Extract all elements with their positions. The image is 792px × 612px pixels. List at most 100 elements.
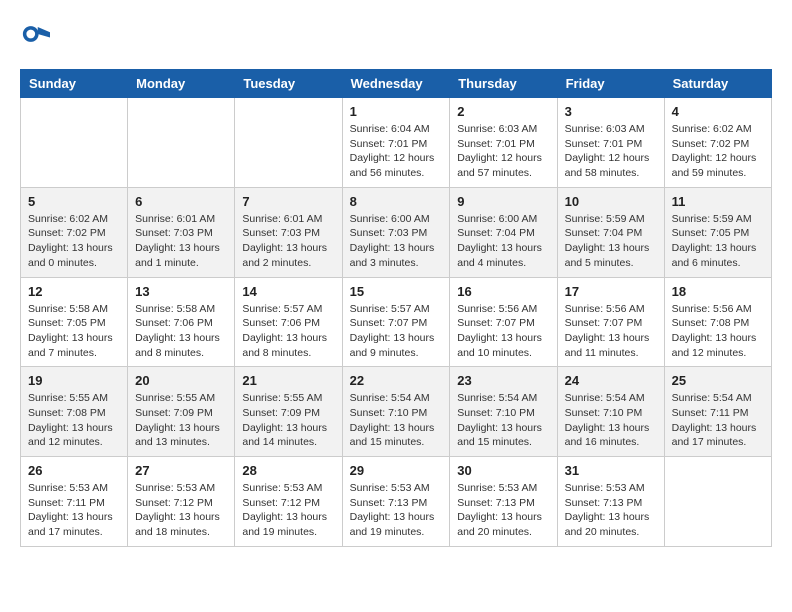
day-cell: 14Sunrise: 5:57 AM Sunset: 7:06 PM Dayli… [235,277,342,367]
day-cell: 31Sunrise: 5:53 AM Sunset: 7:13 PM Dayli… [557,457,664,547]
day-cell: 19 Sunrise: 5:55 AM Sunset: 7:08 PM Dayli… [21,367,128,457]
day-info: Sunrise: 5:54 AM Sunset: 7:11 PM Dayligh… [672,391,764,450]
day-info: Sunrise: 5:55 AM Sunset: 7:09 PM Dayligh… [135,391,227,450]
day-info: Sunrise: 6:03 AM Sunset: 7:01 PM Dayligh… [457,122,549,181]
day-info: Sunrise: 5:53 AM Sunset: 7:13 PM Dayligh… [457,481,549,540]
day-number: 16 [457,284,549,299]
day-info: Sunrise: 5:54 AM Sunset: 7:10 PM Dayligh… [457,391,549,450]
day-cell [235,98,342,188]
day-number: 7 [242,194,334,209]
day-cell: 15Sunrise: 5:57 AM Sunset: 7:07 PM Dayli… [342,277,450,367]
week-row-1: 1 Sunrise: 6:04 AM Sunset: 7:01 PM Daylig… [21,98,772,188]
day-cell [128,98,235,188]
logo [20,20,54,53]
day-info: Sunrise: 5:55 AM Sunset: 7:09 PM Dayligh… [242,391,334,450]
day-cell: 9 Sunrise: 6:00 AM Sunset: 7:04 PM Daylig… [450,187,557,277]
day-cell: 5 Sunrise: 6:02 AM Sunset: 7:02 PM Daylig… [21,187,128,277]
page-header [20,20,772,53]
column-header-monday: Monday [128,70,235,98]
logo-icon [22,20,50,48]
day-cell: 29 Sunrise: 5:53 AM Sunset: 7:13 PM Dayli… [342,457,450,547]
day-cell: 30Sunrise: 5:53 AM Sunset: 7:13 PM Dayli… [450,457,557,547]
day-cell: 1 Sunrise: 6:04 AM Sunset: 7:01 PM Daylig… [342,98,450,188]
day-info: Sunrise: 6:04 AM Sunset: 7:01 PM Dayligh… [350,122,443,181]
day-info: Sunrise: 5:53 AM Sunset: 7:12 PM Dayligh… [135,481,227,540]
day-number: 19 [28,373,120,388]
column-header-wednesday: Wednesday [342,70,450,98]
day-number: 29 [350,463,443,478]
day-info: Sunrise: 5:58 AM Sunset: 7:06 PM Dayligh… [135,302,227,361]
day-number: 13 [135,284,227,299]
day-number: 10 [565,194,657,209]
day-number: 5 [28,194,120,209]
day-number: 9 [457,194,549,209]
week-row-3: 12 Sunrise: 5:58 AM Sunset: 7:05 PM Dayli… [21,277,772,367]
day-cell: 28 Sunrise: 5:53 AM Sunset: 7:12 PM Dayli… [235,457,342,547]
day-number: 12 [28,284,120,299]
day-number: 27 [135,463,227,478]
day-cell: 24 Sunrise: 5:54 AM Sunset: 7:10 PM Dayli… [557,367,664,457]
day-info: Sunrise: 5:53 AM Sunset: 7:11 PM Dayligh… [28,481,120,540]
column-header-saturday: Saturday [664,70,771,98]
day-info: Sunrise: 6:02 AM Sunset: 7:02 PM Dayligh… [28,212,120,271]
day-info: Sunrise: 5:59 AM Sunset: 7:05 PM Dayligh… [672,212,764,271]
day-info: Sunrise: 6:03 AM Sunset: 7:01 PM Dayligh… [565,122,657,181]
day-number: 20 [135,373,227,388]
week-row-4: 19 Sunrise: 5:55 AM Sunset: 7:08 PM Dayli… [21,367,772,457]
day-cell [664,457,771,547]
day-info: Sunrise: 6:00 AM Sunset: 7:04 PM Dayligh… [457,212,549,271]
day-cell: 16 Sunrise: 5:56 AM Sunset: 7:07 PM Dayli… [450,277,557,367]
day-number: 2 [457,104,549,119]
day-info: Sunrise: 6:01 AM Sunset: 7:03 PM Dayligh… [242,212,334,271]
day-info: Sunrise: 5:55 AM Sunset: 7:08 PM Dayligh… [28,391,120,450]
day-info: Sunrise: 5:53 AM Sunset: 7:12 PM Dayligh… [242,481,334,540]
day-number: 21 [242,373,334,388]
column-header-sunday: Sunday [21,70,128,98]
day-number: 31 [565,463,657,478]
day-info: Sunrise: 5:58 AM Sunset: 7:05 PM Dayligh… [28,302,120,361]
day-cell: 22 Sunrise: 5:54 AM Sunset: 7:10 PM Dayli… [342,367,450,457]
day-info: Sunrise: 5:57 AM Sunset: 7:07 PM Dayligh… [350,302,443,361]
day-cell: 23 Sunrise: 5:54 AM Sunset: 7:10 PM Dayli… [450,367,557,457]
day-info: Sunrise: 5:53 AM Sunset: 7:13 PM Dayligh… [350,481,443,540]
day-info: Sunrise: 6:02 AM Sunset: 7:02 PM Dayligh… [672,122,764,181]
day-cell: 26 Sunrise: 5:53 AM Sunset: 7:11 PM Dayli… [21,457,128,547]
day-cell: 3 Sunrise: 6:03 AM Sunset: 7:01 PM Daylig… [557,98,664,188]
day-number: 22 [350,373,443,388]
week-row-5: 26 Sunrise: 5:53 AM Sunset: 7:11 PM Dayli… [21,457,772,547]
day-info: Sunrise: 5:56 AM Sunset: 7:07 PM Dayligh… [565,302,657,361]
day-cell: 8 Sunrise: 6:00 AM Sunset: 7:03 PM Daylig… [342,187,450,277]
day-number: 8 [350,194,443,209]
day-info: Sunrise: 6:01 AM Sunset: 7:03 PM Dayligh… [135,212,227,271]
day-info: Sunrise: 5:56 AM Sunset: 7:08 PM Dayligh… [672,302,764,361]
day-cell: 13 Sunrise: 5:58 AM Sunset: 7:06 PM Dayli… [128,277,235,367]
day-info: Sunrise: 5:54 AM Sunset: 7:10 PM Dayligh… [350,391,443,450]
day-info: Sunrise: 6:00 AM Sunset: 7:03 PM Dayligh… [350,212,443,271]
day-info: Sunrise: 5:59 AM Sunset: 7:04 PM Dayligh… [565,212,657,271]
day-info: Sunrise: 5:54 AM Sunset: 7:10 PM Dayligh… [565,391,657,450]
day-number: 26 [28,463,120,478]
day-number: 3 [565,104,657,119]
column-header-tuesday: Tuesday [235,70,342,98]
day-cell: 21 Sunrise: 5:55 AM Sunset: 7:09 PM Dayli… [235,367,342,457]
day-cell: 27 Sunrise: 5:53 AM Sunset: 7:12 PM Dayli… [128,457,235,547]
day-number: 4 [672,104,764,119]
calendar-table: SundayMondayTuesdayWednesdayThursdayFrid… [20,69,772,547]
day-number: 28 [242,463,334,478]
day-number: 11 [672,194,764,209]
day-cell: 2 Sunrise: 6:03 AM Sunset: 7:01 PM Daylig… [450,98,557,188]
day-number: 17 [565,284,657,299]
day-number: 1 [350,104,443,119]
day-number: 6 [135,194,227,209]
day-cell [21,98,128,188]
day-number: 25 [672,373,764,388]
day-info: Sunrise: 5:56 AM Sunset: 7:07 PM Dayligh… [457,302,549,361]
day-number: 23 [457,373,549,388]
day-number: 24 [565,373,657,388]
column-header-friday: Friday [557,70,664,98]
column-header-thursday: Thursday [450,70,557,98]
day-cell: 18Sunrise: 5:56 AM Sunset: 7:08 PM Dayli… [664,277,771,367]
calendar-header-row: SundayMondayTuesdayWednesdayThursdayFrid… [21,70,772,98]
day-info: Sunrise: 5:57 AM Sunset: 7:06 PM Dayligh… [242,302,334,361]
day-cell: 10 Sunrise: 5:59 AM Sunset: 7:04 PM Dayli… [557,187,664,277]
